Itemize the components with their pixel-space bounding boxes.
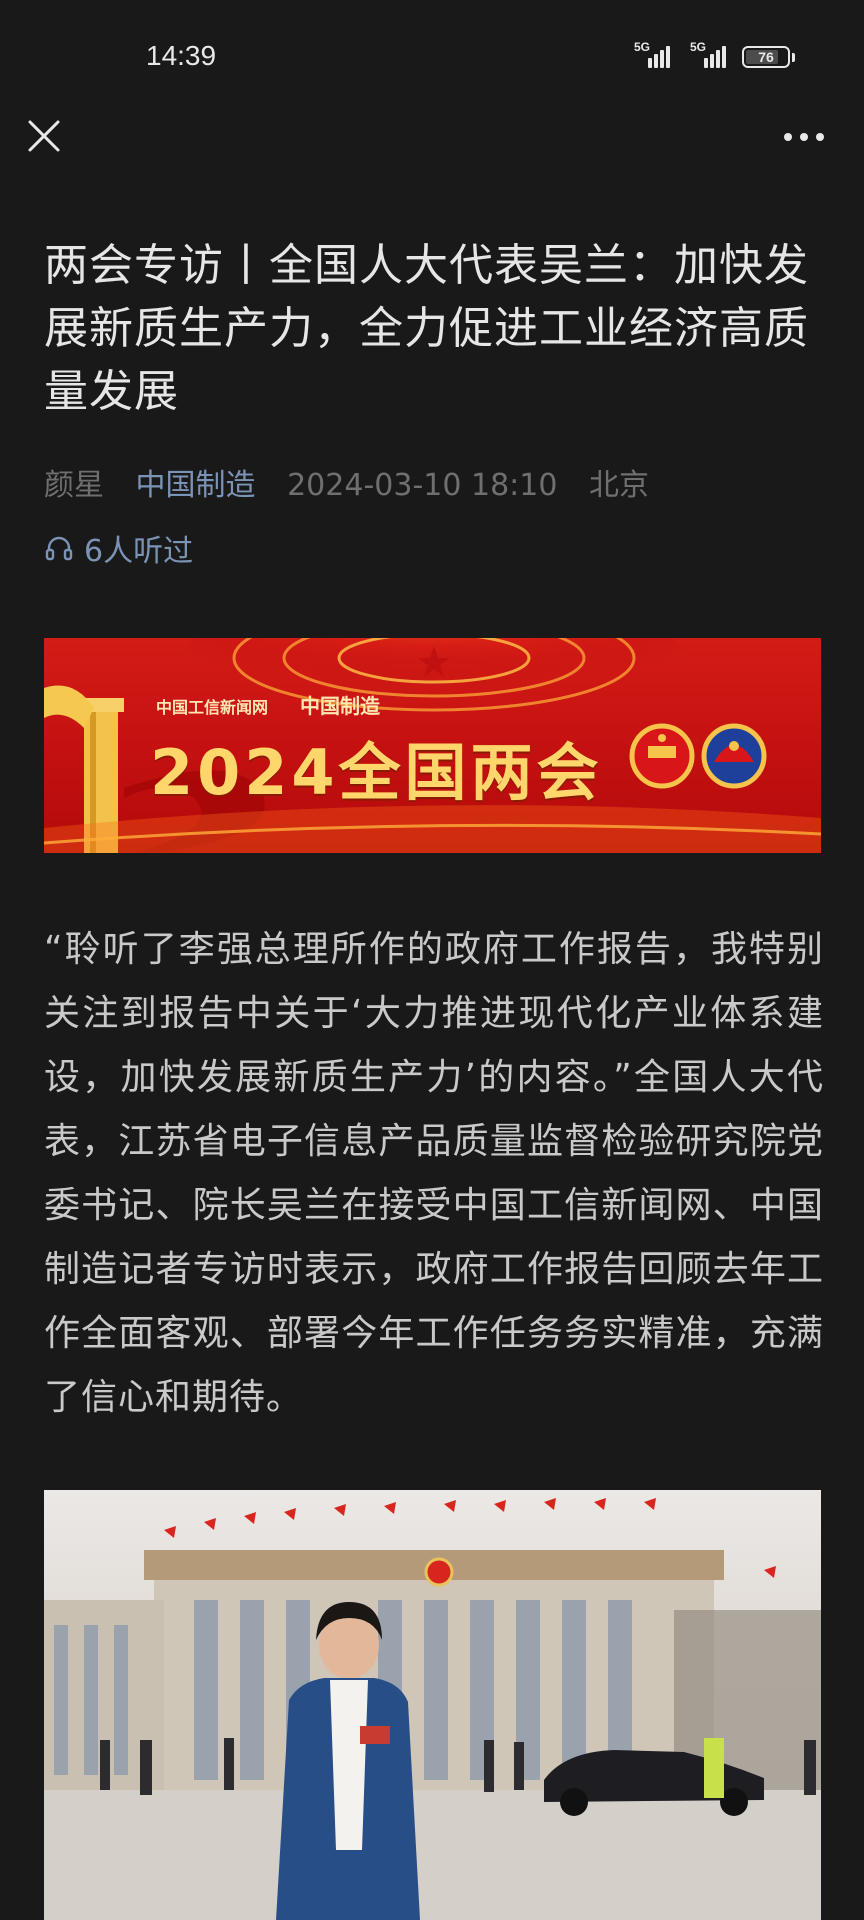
- battery-icon: 76: [742, 46, 790, 68]
- listen-count-text: 6人听过: [84, 534, 194, 569]
- status-bar: 14:39 5G 5G 76: [0, 0, 864, 112]
- banner-headline: 2024全国两会: [150, 736, 603, 809]
- close-button[interactable]: [22, 114, 66, 158]
- headphones-icon: [45, 536, 73, 561]
- more-horizontal-icon: [784, 133, 824, 141]
- network-type-label: 5G: [634, 40, 651, 54]
- article-title: 两会专访丨全国人大代表吴兰：加快发展新质生产力，全力促进工业经济高质量发展: [44, 240, 809, 417]
- publish-location: 北京: [588, 468, 649, 503]
- signal-5g-icon-2: 5G: [690, 40, 728, 68]
- network-type-label: 5G: [690, 40, 707, 54]
- signal-5g-icon: 5G: [634, 40, 672, 68]
- photo-scene: [44, 1498, 821, 1920]
- source-link[interactable]: 中国制造: [136, 468, 256, 503]
- battery-level-text: 76: [758, 49, 774, 65]
- article-photo: [44, 1490, 821, 1920]
- article-page: 14:39 5G 5G 76 两会专访丨全国人大代表吴兰：加快发展新质生产力，全…: [0, 0, 864, 1920]
- author-name: 颜星: [44, 468, 104, 503]
- listen-count[interactable]: 6人听过: [44, 526, 193, 570]
- close-icon: [28, 120, 60, 152]
- status-time: 14:39: [146, 40, 217, 71]
- banner-logo-brand: 中国制造: [300, 694, 380, 718]
- banner-logo-cnii: 中国工信新闻网: [156, 698, 269, 717]
- article-meta: 颜星 中国制造 2024-03-10 18:10 北京: [44, 460, 671, 504]
- publish-datetime: 2024-03-10 18:10: [287, 468, 558, 503]
- more-options-button[interactable]: [780, 120, 828, 154]
- article-body-paragraph: “聆听了李强总理所作的政府工作报告，我特别关注到报告中关于‘大力推进现代化产业体…: [44, 929, 824, 1418]
- banner-image: 中国工信新闻网 中国制造 2024全国两会: [44, 638, 821, 853]
